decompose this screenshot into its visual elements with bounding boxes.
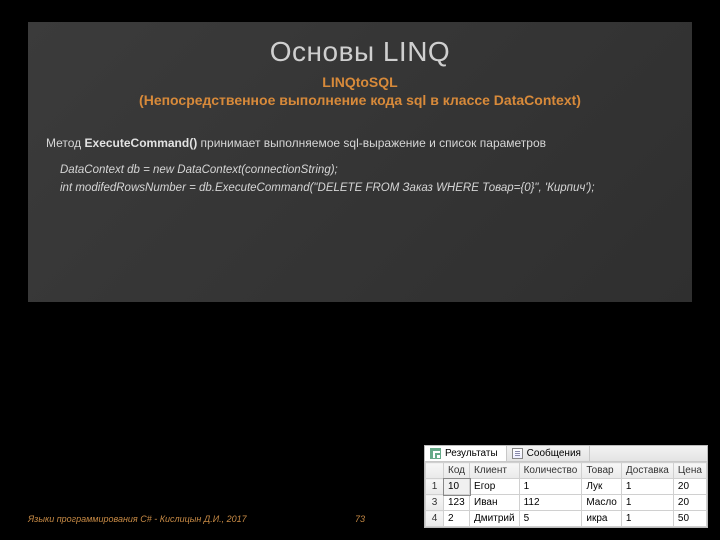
results-tabs: Результаты Сообщения [425,446,707,462]
grid-icon [430,448,441,459]
cell[interactable]: 20 [673,495,706,511]
slide-subtitle-2: (Непосредственное выполнение кода sql в … [28,92,692,108]
col-header[interactable]: Цена [673,463,706,479]
cell[interactable]: 2 [444,511,470,527]
tab-label: Результаты [445,448,498,459]
message-icon [512,448,523,459]
row-number: 1 [426,479,444,495]
cell[interactable]: 1 [621,511,673,527]
row-number: 4 [426,511,444,527]
slide-card: Основы LINQ LINQtoSQL (Непосредственное … [28,22,692,302]
cell[interactable]: 10 [444,479,470,495]
cell[interactable]: Дмитрий [470,511,520,527]
tab-messages[interactable]: Сообщения [507,446,590,461]
cell[interactable]: икра [582,511,622,527]
cell[interactable]: Лук [582,479,622,495]
body-text-pre: Метод [46,136,85,150]
table-row[interactable]: 1 10 Егор 1 Лук 1 20 [426,479,707,495]
col-header[interactable]: Доставка [621,463,673,479]
cell[interactable]: 112 [519,495,582,511]
col-header[interactable]: Клиент [470,463,520,479]
cell[interactable]: Егор [470,479,520,495]
code-block: DataContext db = new DataContext(connect… [60,162,674,198]
body-text-post: принимает выполняемое sql-выражение и сп… [197,136,546,150]
table-row[interactable]: 3 123 Иван 112 Масло 1 20 [426,495,707,511]
slide-title: Основы LINQ [28,36,692,68]
slide-body: Метод ExecuteCommand() принимает выполня… [46,136,674,150]
col-header[interactable]: Код [444,463,470,479]
cell[interactable]: Масло [582,495,622,511]
slide-footer: Языки программирования C# - Кислицын Д.И… [28,514,247,524]
cell[interactable]: 123 [444,495,470,511]
cell[interactable]: 20 [673,479,706,495]
body-text-strong: ExecuteCommand() [85,136,198,150]
page-number: 73 [355,514,365,524]
tab-results[interactable]: Результаты [425,446,507,461]
tab-label: Сообщения [527,448,581,459]
col-header[interactable]: Количество [519,463,582,479]
rownum-header [426,463,444,479]
cell[interactable]: 1 [621,479,673,495]
cell[interactable]: Иван [470,495,520,511]
cell[interactable]: 5 [519,511,582,527]
results-table: Код Клиент Количество Товар Доставка Цен… [425,462,707,527]
cell[interactable]: 1 [621,495,673,511]
cell[interactable]: 1 [519,479,582,495]
row-number: 3 [426,495,444,511]
cell[interactable]: 50 [673,511,706,527]
slide-subtitle: LINQtoSQL [28,74,692,90]
table-row[interactable]: 4 2 Дмитрий 5 икра 1 50 [426,511,707,527]
col-header[interactable]: Товар [582,463,622,479]
results-panel: Результаты Сообщения Код Клиент Количест… [424,445,708,528]
table-header-row: Код Клиент Количество Товар Доставка Цен… [426,463,707,479]
